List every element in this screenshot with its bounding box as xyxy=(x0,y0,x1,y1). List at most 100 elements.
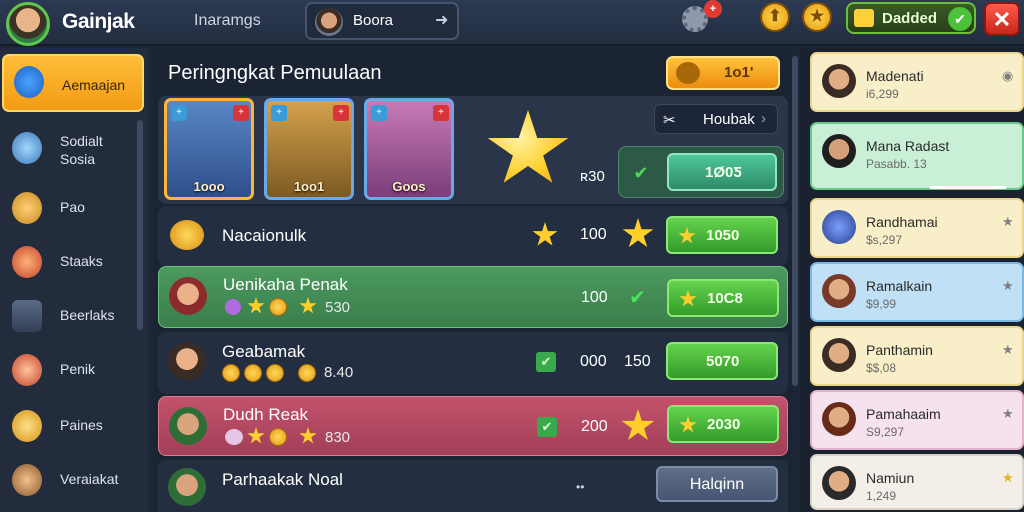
friend-card[interactable]: Randhamai $s,297 ★ xyxy=(810,198,1024,258)
friend-card[interactable]: Namiun 1,249 ★ xyxy=(810,454,1024,510)
tab-inaramgs[interactable]: Inaramgs xyxy=(194,12,261,30)
check-icon: ✔ xyxy=(633,163,649,183)
leaderboard-row[interactable]: Uenikaha Penak 530 100 ✔ 10C8 xyxy=(158,266,788,328)
star-icon xyxy=(247,427,265,444)
hero-card-3[interactable]: + + Goos xyxy=(364,98,454,200)
card-badge: + xyxy=(333,105,349,121)
star-icon[interactable]: ★ xyxy=(1002,342,1014,358)
friend-sub: Pasabb. 13 xyxy=(866,157,927,171)
halqinn-button[interactable]: Halqinn xyxy=(656,466,778,502)
sidebar-item-label: Aemaajan xyxy=(62,77,126,93)
leaderboard-row[interactable]: Geabamak 8.40 ✔ 000 150 5070 xyxy=(158,332,788,394)
friend-name: Mana Radast xyxy=(866,138,950,154)
player-avatar[interactable] xyxy=(6,2,50,46)
row-claim-label: 2030 xyxy=(707,416,741,433)
friend-card[interactable]: Ramalkain $9,99 ★ xyxy=(810,262,1024,322)
checkbox-checked[interactable]: ✔ xyxy=(536,352,556,372)
star-icon[interactable]: ★ xyxy=(1002,214,1014,230)
row-value: 000 xyxy=(580,353,607,370)
fighter-icon xyxy=(12,354,42,386)
featured-claim-button[interactable]: 1Ø0Ƽ xyxy=(667,153,777,191)
friend-name: Madenati xyxy=(866,68,924,84)
check-icon: ✔ xyxy=(948,7,972,31)
row-claim-label: 1050 xyxy=(706,227,740,244)
avatar xyxy=(168,468,206,506)
row-claim-button[interactable]: 1050 xyxy=(666,216,778,254)
helmet-icon xyxy=(12,300,42,332)
avatar xyxy=(168,342,206,380)
friend-card[interactable]: Mana Radast Pasabb. 13 xyxy=(810,122,1024,190)
houbak-button[interactable]: ✂ Houbak › xyxy=(654,104,778,134)
sidebar-item-aemaajan[interactable]: Aemaajan xyxy=(2,54,144,112)
row-claim-button[interactable]: 5070 xyxy=(666,342,778,380)
friend-card[interactable]: Panthamin $$,08 ★ xyxy=(810,326,1024,386)
friend-sub: $s,297 xyxy=(866,233,903,247)
star-icon[interactable]: ★ xyxy=(1002,278,1014,294)
row-title: Geabamak xyxy=(222,342,306,361)
friend-sub: $9,99 xyxy=(866,297,897,311)
sidebar-item-label: Pao xyxy=(60,199,85,215)
sidebar-item-staaks[interactable]: Staaks xyxy=(0,234,148,292)
sidebar-scrollbar[interactable] xyxy=(137,120,143,330)
sidebar-item-paines[interactable]: Paines xyxy=(0,398,148,456)
hero-card-2[interactable]: + + 1oo1 xyxy=(264,98,354,200)
player-selector-avatar xyxy=(315,8,343,36)
check-icon: ✔ xyxy=(629,287,646,309)
favorite-button[interactable]: ★ xyxy=(802,2,832,32)
friend-card[interactable]: Pamahaaim S9,297 ★ xyxy=(810,390,1024,450)
notification-badge: + xyxy=(704,0,722,18)
row-sub-value: 830 xyxy=(325,429,351,446)
currency-display[interactable]: Dadded ✔ xyxy=(846,2,976,34)
coin-icon xyxy=(269,428,287,446)
sidebar-item-veraiakat[interactable]: Veraiakat xyxy=(0,452,148,510)
sidebar-item-social[interactable]: Sodialt Sosia xyxy=(0,122,148,180)
player-selector[interactable]: Boora ➜ xyxy=(305,2,459,40)
friend-sub: 1,249 xyxy=(866,489,897,503)
sidebar-item-label: Sodialt Sosia xyxy=(60,133,103,167)
row-value: 100 xyxy=(580,226,607,243)
row-value-secondary: 150 xyxy=(624,353,651,370)
card-level-badge: + xyxy=(271,105,287,121)
row-title: Dudh Reak xyxy=(223,405,309,424)
leaderboard-row[interactable]: Nacaionulk 100 1050 xyxy=(158,206,788,266)
card-value: 1oo1 xyxy=(293,179,325,194)
avatar xyxy=(822,134,856,168)
star-icon xyxy=(678,227,696,244)
leaderboard-row[interactable]: Dudh Reak 830 ✔ 200 2030 xyxy=(158,396,788,456)
sidebar-item-beerlaks[interactable]: Beerlaks xyxy=(0,288,148,346)
row-claim-label: 5070 xyxy=(706,353,740,370)
row-claim-label: 10C8 xyxy=(707,290,743,307)
star-icon xyxy=(532,222,558,246)
star-icon xyxy=(679,416,697,433)
avatar xyxy=(822,274,856,308)
houbak-button-label: Houbak xyxy=(703,111,755,128)
star-icon[interactable]: ★ xyxy=(1002,470,1014,486)
star-icon[interactable]: ★ xyxy=(1002,406,1014,422)
swords-icon: ✂ xyxy=(663,112,676,129)
friend-name: Panthamin xyxy=(866,342,933,358)
sidebar-item-pao[interactable]: Pao xyxy=(0,180,148,238)
card-badge: + xyxy=(233,105,249,121)
treasure-icon xyxy=(170,220,204,250)
featured-reward-box: ✔ 1Ø0Ƽ xyxy=(618,146,784,198)
sidebar-item-penik[interactable]: Penik xyxy=(0,342,148,400)
row-claim-button[interactable]: 10C8 xyxy=(667,279,779,317)
upgrade-button[interactable]: ⬆ xyxy=(760,2,790,32)
row-value: 200 xyxy=(581,418,608,435)
coin-icon xyxy=(266,364,284,382)
card-badge: + xyxy=(433,105,449,121)
friend-sub: i6,299 xyxy=(866,87,899,101)
hero-card-1[interactable]: + + 1ooo xyxy=(164,98,254,200)
star-map-icon xyxy=(14,66,44,98)
close-button[interactable]: ✕ xyxy=(984,2,1020,36)
card-level-badge: + xyxy=(371,105,387,121)
coin-icon xyxy=(222,364,240,382)
avatar xyxy=(169,407,207,445)
avatar xyxy=(822,466,856,500)
checkbox-checked[interactable]: ✔ xyxy=(537,417,557,437)
claim-button[interactable]: 1o1' xyxy=(666,56,780,90)
main-scrollbar[interactable] xyxy=(792,56,798,386)
star-icon xyxy=(622,218,654,248)
friend-card[interactable]: Madenati i6,299 ◉ xyxy=(810,52,1024,112)
row-claim-button[interactable]: 2030 xyxy=(667,405,779,443)
